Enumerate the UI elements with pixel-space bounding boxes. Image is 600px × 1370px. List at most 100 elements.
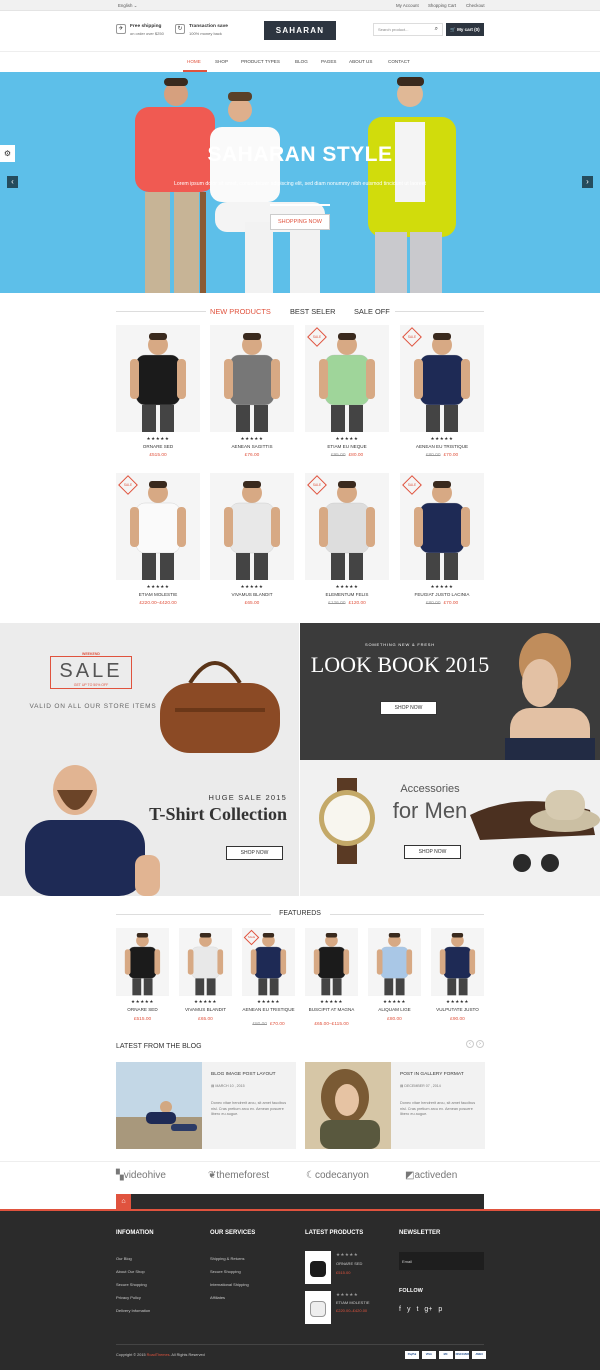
product-price: £126.00 £120.00 — [328, 601, 366, 606]
tab-sale-off[interactable]: SALE OFF — [354, 307, 390, 316]
featured-divider-right — [330, 914, 484, 915]
product-name[interactable]: AENEAN EU TRISTIQUE — [400, 444, 484, 449]
sale-title: SALE — [59, 660, 123, 682]
search-input[interactable]: Search product... ⌕ — [373, 23, 443, 36]
home-icon[interactable]: ⌂ — [116, 1194, 131, 1209]
featured-product-name[interactable]: ORNARE SED — [112, 1007, 173, 1013]
blog-post-2-excerpt: Donec vitae hendrerit arcu, sit amet fau… — [400, 1101, 476, 1116]
checkout-link[interactable]: Checkout — [466, 3, 485, 8]
product-name[interactable]: ETIAM MOLESTIE — [116, 592, 200, 597]
slider-next-arrow-icon[interactable]: › — [582, 176, 593, 188]
nav-contact[interactable]: CONTACT — [388, 59, 410, 64]
free-shipping-title: Free shipping — [130, 24, 162, 29]
blog-post-1-title[interactable]: BLOG IMAGE POST LAYOUT — [211, 1072, 276, 1077]
footer-latest-2-image[interactable] — [305, 1291, 331, 1324]
featured-product-image[interactable] — [368, 928, 421, 996]
nav-blog[interactable]: BLOG — [295, 59, 308, 64]
footer-service-link[interactable]: International Shipping — [210, 1282, 249, 1287]
google-plus-icon[interactable]: g+ — [424, 1306, 432, 1313]
my-account-link[interactable]: My Account — [396, 3, 419, 8]
site-logo[interactable]: SAHARAN — [264, 21, 336, 40]
footer-accent-line — [0, 1209, 600, 1211]
featured-title: FEATUREDS — [279, 910, 321, 917]
lookbook-shop-now-button[interactable]: SHOP NOW — [380, 701, 437, 715]
featured-product-name[interactable]: AENEAN EU TRISTIQUE — [238, 1007, 299, 1013]
featured-product-image[interactable] — [116, 928, 169, 996]
footer-info-link[interactable]: Delivery Infomation — [116, 1308, 150, 1313]
featured-product-image[interactable] — [431, 928, 484, 996]
my-cart-button[interactable]: 🛒 My cart (0) — [446, 23, 484, 36]
rating-stars: ★★★★★ — [146, 436, 170, 441]
brands-divider — [0, 1161, 600, 1162]
featured-product-name[interactable]: BUSCIPIT AT MAGNA — [301, 1007, 362, 1013]
sale-banner[interactable]: WEEKEND SALE GET UP TO 50% OFF VALID ON … — [0, 623, 299, 760]
shopping-now-button[interactable]: SHOPPING NOW — [270, 214, 330, 230]
featured-product-name[interactable]: ALIQUAM LIGE — [364, 1007, 425, 1013]
blog-post-1[interactable]: BLOG IMAGE POST LAYOUT ▤ MARCH 10 , 2015… — [116, 1062, 296, 1149]
featured-product-image[interactable] — [305, 928, 358, 996]
footer-info-link[interactable]: Privacy Policy — [116, 1295, 141, 1300]
footer-latest-1-name[interactable]: ORNARE SED — [336, 1261, 362, 1266]
footer-info-link[interactable]: Our Blog — [116, 1256, 132, 1261]
tshirt-banner[interactable]: HUGE SALE 2015 T-Shirt Collection SHOP N… — [0, 760, 299, 896]
product-image[interactable] — [210, 473, 294, 580]
facebook-icon[interactable]: f — [399, 1306, 401, 1313]
lookbook-banner[interactable]: SOMETHING NEW & FRESH LOOK BOOK 2015 SHO… — [300, 623, 600, 760]
product-name[interactable]: FEUGIAT JUSTO LACINIA — [400, 592, 484, 597]
slider-prev-arrow-icon[interactable]: ‹ — [7, 176, 18, 188]
product-name[interactable]: VIVAMUS BLANDIT — [210, 592, 294, 597]
twitter-icon[interactable]: t — [416, 1306, 418, 1313]
rating-stars: ★★★★★ — [430, 584, 454, 589]
product-image[interactable] — [116, 325, 200, 432]
featured-product-name[interactable]: VIVAMUS BLANDIT — [175, 1007, 236, 1013]
nav-about[interactable]: ABOUT US — [349, 59, 372, 64]
accessories-banner[interactable]: Accessories for Men SHOP NOW — [300, 760, 600, 896]
hero-subtitle: Lorem ipsum dolor sit amet, consectetuer… — [173, 181, 426, 187]
footer-info-link[interactable]: About Our Shop — [116, 1269, 145, 1274]
tab-new-products[interactable]: NEW PRODUCTS — [210, 307, 271, 316]
newsletter-email-input[interactable]: Email — [399, 1252, 484, 1270]
rating-stars: ★★★★★ — [240, 436, 264, 441]
settings-gear-icon[interactable]: ⚙ — [0, 145, 15, 162]
nav-product-types[interactable]: PRODUCT TYPES — [241, 59, 280, 64]
footer-service-link[interactable]: Secure Shopping — [210, 1269, 241, 1274]
product-name[interactable]: AENEAN SAGITTIS — [210, 444, 294, 449]
pinterest-icon[interactable]: p — [438, 1306, 442, 1313]
rating-stars: ★★★★★ — [445, 999, 470, 1004]
nav-home[interactable]: HOME — [187, 59, 201, 64]
blog-prev-icon[interactable]: ‹ — [466, 1040, 474, 1048]
blog-post-2[interactable]: POST IN GALLERY FORMAT ▤ DECEMBER 07 , 2… — [305, 1062, 485, 1149]
brand-videohive[interactable]: ▚videohive — [116, 1170, 166, 1181]
footer-service-link[interactable]: Shipping & Returns — [210, 1256, 244, 1261]
featured-product-image[interactable] — [179, 928, 232, 996]
footer-latest-2-stars: ★★★★★ — [336, 1292, 359, 1297]
footer — [0, 1209, 600, 1370]
tshirt-shop-now-button[interactable]: SHOP NOW — [226, 846, 283, 860]
tab-best-seller[interactable]: BEST SELER — [290, 307, 335, 316]
footer-latest-2-name[interactable]: ETIAM MOLESTIE — [336, 1300, 370, 1305]
product-name[interactable]: ETIAM EU NEQUE — [305, 444, 389, 449]
language-selector[interactable]: English ⌄ — [118, 3, 137, 9]
bearded-man-image — [25, 765, 160, 896]
footer-service-link[interactable]: Affiliates — [210, 1295, 225, 1300]
product-name[interactable]: ORNARE SED — [116, 444, 200, 449]
copyright-link[interactable]: RoadThemes — [147, 1353, 170, 1357]
nav-shop[interactable]: SHOP — [215, 59, 228, 64]
nav-pages[interactable]: PAGES — [321, 59, 337, 64]
shopping-cart-link[interactable]: Shopping Cart — [428, 3, 456, 8]
brand-themeforest[interactable]: ❦themeforest — [208, 1170, 269, 1181]
brand-codecanyon[interactable]: ☾codecanyon — [306, 1170, 369, 1181]
accessories-shop-now-button[interactable]: SHOP NOW — [404, 845, 461, 859]
product-name[interactable]: ELEMENTUM FELIS — [305, 592, 389, 597]
rating-stars: ★★★★★ — [240, 584, 264, 589]
youtube-icon[interactable]: y — [407, 1306, 411, 1313]
blog-next-icon[interactable]: › — [476, 1040, 484, 1048]
brand-activeden[interactable]: ◩activeden — [405, 1170, 457, 1181]
blog-post-2-title[interactable]: POST IN GALLERY FORMAT — [400, 1072, 464, 1077]
footer-info-link[interactable]: Secure Shopping — [116, 1282, 147, 1287]
product-price: £515.00 — [149, 453, 167, 458]
footer-latest-1-image[interactable] — [305, 1251, 331, 1284]
search-icon[interactable]: ⌕ — [435, 24, 438, 35]
product-image[interactable] — [210, 325, 294, 432]
featured-product-name[interactable]: VULPUTATE JUSTO — [427, 1007, 488, 1013]
